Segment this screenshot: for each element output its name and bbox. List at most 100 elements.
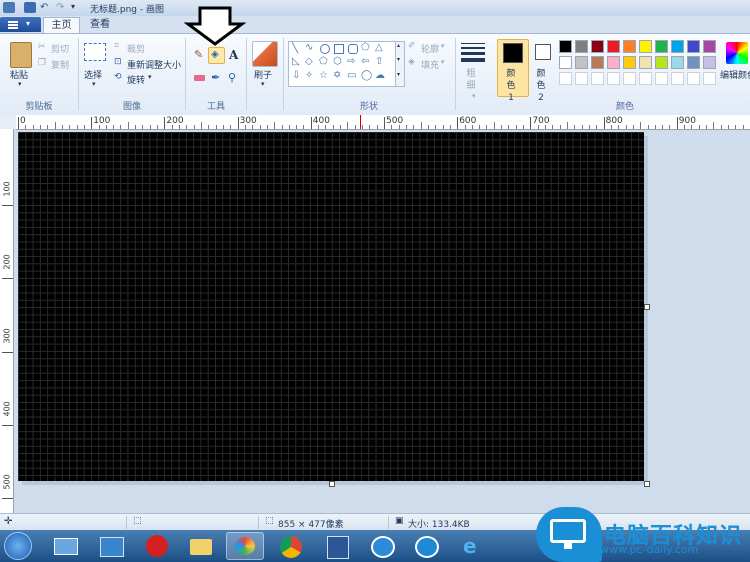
taskbar-desktop-button[interactable] <box>46 532 84 560</box>
color-picker-tool[interactable]: ✒ <box>208 70 225 87</box>
cut-button[interactable]: 剪切 <box>51 42 69 55</box>
size-dropdown-icon[interactable]: ▾ <box>472 92 476 100</box>
color-swatch[interactable] <box>559 56 572 69</box>
tab-view[interactable]: 查看 <box>80 17 120 33</box>
resize-handle-right[interactable] <box>644 304 650 310</box>
paste-dropdown-icon[interactable]: ▾ <box>18 80 22 88</box>
outline-button[interactable]: 轮廓 <box>421 42 439 55</box>
color-swatch[interactable] <box>559 72 572 85</box>
copy-button[interactable]: 复制 <box>51 58 69 71</box>
drawing-canvas[interactable] <box>18 132 644 481</box>
color-swatch[interactable] <box>607 40 620 53</box>
hexagon-shape-icon[interactable]: ⬡ <box>333 56 342 67</box>
color-swatch[interactable] <box>623 72 636 85</box>
save-icon[interactable] <box>24 2 36 13</box>
oval-shape-icon[interactable] <box>320 44 330 54</box>
select-dropdown-icon[interactable]: ▾ <box>92 80 96 88</box>
outline-dropdown-icon[interactable]: ▾ <box>441 42 445 50</box>
taskbar-ie-button[interactable]: e <box>454 532 492 560</box>
size-button[interactable]: 粗细 <box>466 68 476 92</box>
taskbar-chrome-button[interactable] <box>272 532 310 560</box>
down-arrow-shape-icon[interactable]: ⇩ <box>292 70 300 81</box>
taskbar-word-button[interactable] <box>318 532 356 560</box>
four-point-star-icon[interactable]: ✧ <box>305 70 313 81</box>
color-swatch[interactable] <box>591 72 604 85</box>
tab-home[interactable]: 主页 <box>43 17 80 34</box>
left-arrow-shape-icon[interactable]: ⇦ <box>361 56 369 67</box>
line-shape-icon[interactable]: ╲ <box>292 43 298 54</box>
taskbar-chess-button[interactable] <box>138 532 176 560</box>
color-swatch[interactable] <box>687 56 700 69</box>
color-swatch[interactable] <box>591 40 604 53</box>
fill-tool[interactable]: ◈ <box>208 47 225 64</box>
color-swatch[interactable] <box>575 56 588 69</box>
callout-rectangle-icon[interactable]: ▭ <box>347 70 356 81</box>
color-swatch[interactable] <box>687 72 700 85</box>
redo-icon[interactable]: ↷ <box>56 2 64 13</box>
pentagon-shape-icon[interactable]: ⬠ <box>319 56 328 67</box>
color-wheel-icon[interactable] <box>726 42 748 64</box>
color-swatch[interactable] <box>575 40 588 53</box>
taskbar-app-button[interactable] <box>92 532 130 560</box>
color-swatch[interactable] <box>639 72 652 85</box>
right-arrow-shape-icon[interactable]: ⇨ <box>347 56 355 67</box>
start-button[interactable] <box>4 532 32 560</box>
color-swatch[interactable] <box>623 56 636 69</box>
color-swatch[interactable] <box>575 72 588 85</box>
polygon-shape-icon[interactable]: ⬠ <box>361 42 370 53</box>
up-arrow-shape-icon[interactable]: ⇧ <box>375 56 383 67</box>
color-swatch[interactable] <box>639 40 652 53</box>
crop-button[interactable]: 裁剪 <box>127 42 145 55</box>
color-swatch[interactable] <box>671 72 684 85</box>
taskbar-sogou-button[interactable] <box>408 532 446 560</box>
resize-button[interactable]: 重新调整大小 <box>127 58 181 71</box>
triangle-shape-icon[interactable]: △ <box>375 42 383 53</box>
color-swatch[interactable] <box>655 56 668 69</box>
undo-icon[interactable]: ↶ <box>40 2 48 13</box>
resize-handle-bottom[interactable] <box>329 481 335 487</box>
edit-colors-button[interactable]: 编辑颜色 <box>720 68 750 81</box>
five-point-star-icon[interactable]: ☆ <box>319 70 328 81</box>
shapes-gallery[interactable]: ╲ ∿ ⬠ △ ◺ ◇ ⬠ ⬡ ⇨ ⇦ ⇧ ⇩ ✧ ☆ ✡ ▭ ◯ ☁ <box>288 41 396 87</box>
taskbar-cloud-button[interactable] <box>364 532 402 560</box>
rotate-button[interactable]: 旋转 <box>127 73 145 86</box>
select-icon[interactable] <box>84 43 106 61</box>
color-swatch[interactable] <box>671 40 684 53</box>
brush-icon[interactable] <box>252 41 278 67</box>
rounded-rectangle-shape-icon[interactable] <box>348 44 358 54</box>
paste-icon[interactable] <box>10 42 32 68</box>
rectangle-shape-icon[interactable] <box>334 44 344 54</box>
right-triangle-shape-icon[interactable]: ◺ <box>292 56 300 67</box>
color-swatch[interactable] <box>703 56 716 69</box>
color-swatch[interactable] <box>655 72 668 85</box>
fill-dropdown-icon[interactable]: ▾ <box>441 58 445 66</box>
magnifier-tool[interactable]: ⚲ <box>225 70 242 87</box>
six-point-star-icon[interactable]: ✡ <box>333 70 341 81</box>
app-icon[interactable] <box>3 2 15 13</box>
eraser-tool[interactable] <box>191 70 208 87</box>
shapes-scroll[interactable]: ▴ ▾ ▾ <box>395 41 405 87</box>
color-swatch[interactable] <box>687 40 700 53</box>
text-tool[interactable]: A <box>225 47 242 64</box>
color-swatch[interactable] <box>639 56 652 69</box>
color-swatch[interactable] <box>703 40 716 53</box>
color-swatch[interactable] <box>655 40 668 53</box>
rotate-dropdown-icon[interactable]: ▾ <box>148 73 152 81</box>
customize-quick-access-icon[interactable]: ▾ <box>71 2 75 11</box>
cloud-callout-icon[interactable]: ☁ <box>375 70 385 81</box>
color-swatch[interactable] <box>607 56 620 69</box>
taskbar-folder-button[interactable] <box>182 532 220 560</box>
paint-menu-button[interactable]: ▾ <box>0 17 41 32</box>
taskbar-paint-button[interactable] <box>226 532 264 560</box>
color-swatch[interactable] <box>607 72 620 85</box>
color-swatch[interactable] <box>591 56 604 69</box>
resize-handle-corner[interactable] <box>644 481 650 487</box>
size-icon[interactable] <box>461 43 485 62</box>
color-swatch[interactable] <box>623 40 636 53</box>
fill-button[interactable]: 填充 <box>421 58 439 71</box>
color-swatch[interactable] <box>671 56 684 69</box>
brushes-dropdown-icon[interactable]: ▾ <box>261 80 265 88</box>
color-swatch[interactable] <box>559 40 572 53</box>
pencil-tool[interactable]: ✎ <box>191 47 208 64</box>
callout-oval-icon[interactable]: ◯ <box>361 70 372 81</box>
